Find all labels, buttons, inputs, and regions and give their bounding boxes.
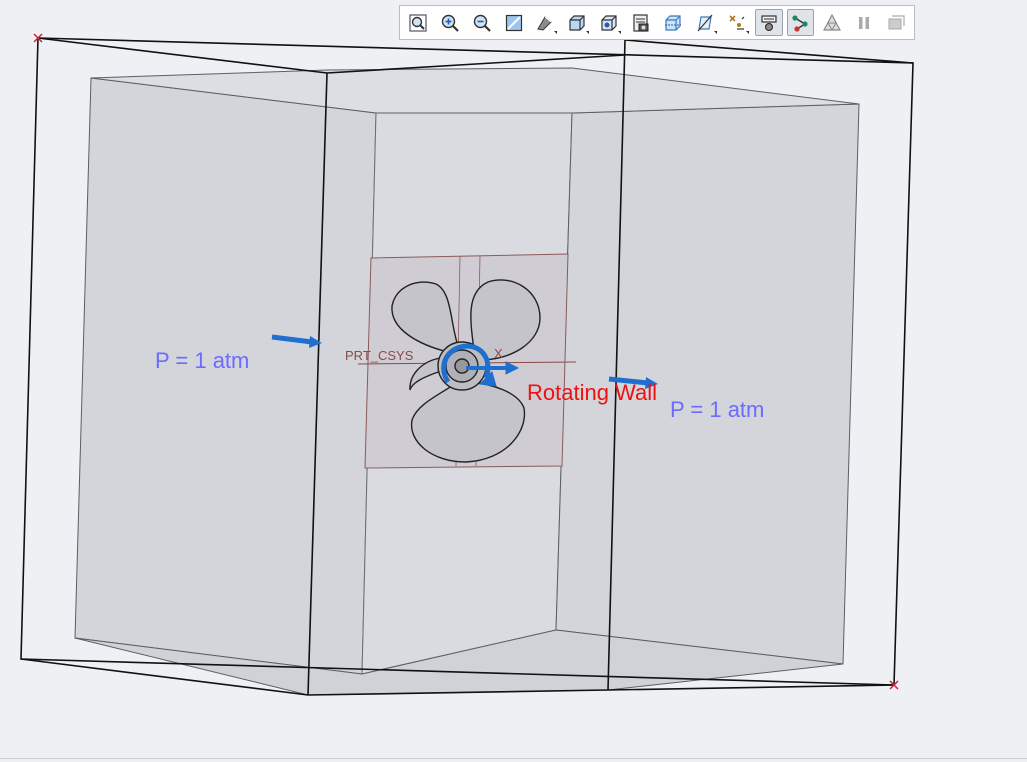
- left-face: [74, 77, 377, 675]
- stop-button[interactable]: [882, 9, 910, 36]
- pressure-label-right: P = 1 atm: [670, 397, 764, 422]
- datum-display-button[interactable]: [691, 9, 719, 36]
- annotation-display-icon: [729, 14, 745, 30]
- saved-views-button[interactable]: [595, 9, 623, 36]
- zoom-out-button[interactable]: [468, 9, 496, 36]
- spin-center-icon: [761, 14, 777, 31]
- pause-icon: [859, 16, 870, 29]
- perspective-button[interactable]: [532, 9, 560, 36]
- zoom-in-icon: [441, 14, 459, 32]
- rotating-wall-label: Rotating Wall: [527, 380, 657, 405]
- dropdown-arrow-icon: [713, 31, 717, 34]
- view-manager-button[interactable]: [627, 9, 655, 36]
- zoom-out-icon: [473, 14, 491, 32]
- graphics-viewport[interactable]: PRT_CSYS X P = 1 atm P = 1 atm Rotating …: [0, 0, 1027, 762]
- perspective-icon: [537, 15, 553, 31]
- saved-views-icon: [601, 14, 617, 31]
- csys-label: PRT_CSYS: [345, 348, 414, 363]
- mesh-button[interactable]: [818, 9, 846, 36]
- display-style-button[interactable]: [563, 9, 591, 36]
- repaint-button[interactable]: [500, 9, 528, 36]
- connection-button[interactable]: [786, 9, 815, 36]
- repaint-icon: [505, 14, 522, 31]
- dropdown-arrow-icon: [745, 31, 749, 34]
- axis-x-label: X: [494, 346, 503, 361]
- section-button[interactable]: [659, 9, 687, 36]
- refit-button[interactable]: [404, 9, 432, 36]
- datum-display-icon: [697, 14, 713, 31]
- status-separator: [0, 758, 1027, 759]
- dropdown-arrow-icon: [554, 31, 558, 34]
- pressure-label-left: P = 1 atm: [155, 348, 249, 373]
- zoom-in-button[interactable]: [436, 9, 464, 36]
- graphics-toolbar: [399, 5, 915, 40]
- spin-center-button[interactable]: [754, 9, 783, 36]
- display-style-icon: [569, 14, 585, 31]
- mesh-icon: [823, 13, 842, 31]
- dropdown-arrow-icon: [586, 31, 590, 34]
- pause-button[interactable]: [850, 9, 878, 36]
- dropdown-arrow-icon: [618, 31, 622, 34]
- view-manager-icon: [633, 13, 649, 32]
- zoom-fit-icon: [409, 13, 427, 32]
- stop-icon: [888, 14, 905, 29]
- annotation-display-button[interactable]: [723, 9, 751, 36]
- section-icon: [664, 14, 681, 31]
- connection-icon: [792, 14, 809, 32]
